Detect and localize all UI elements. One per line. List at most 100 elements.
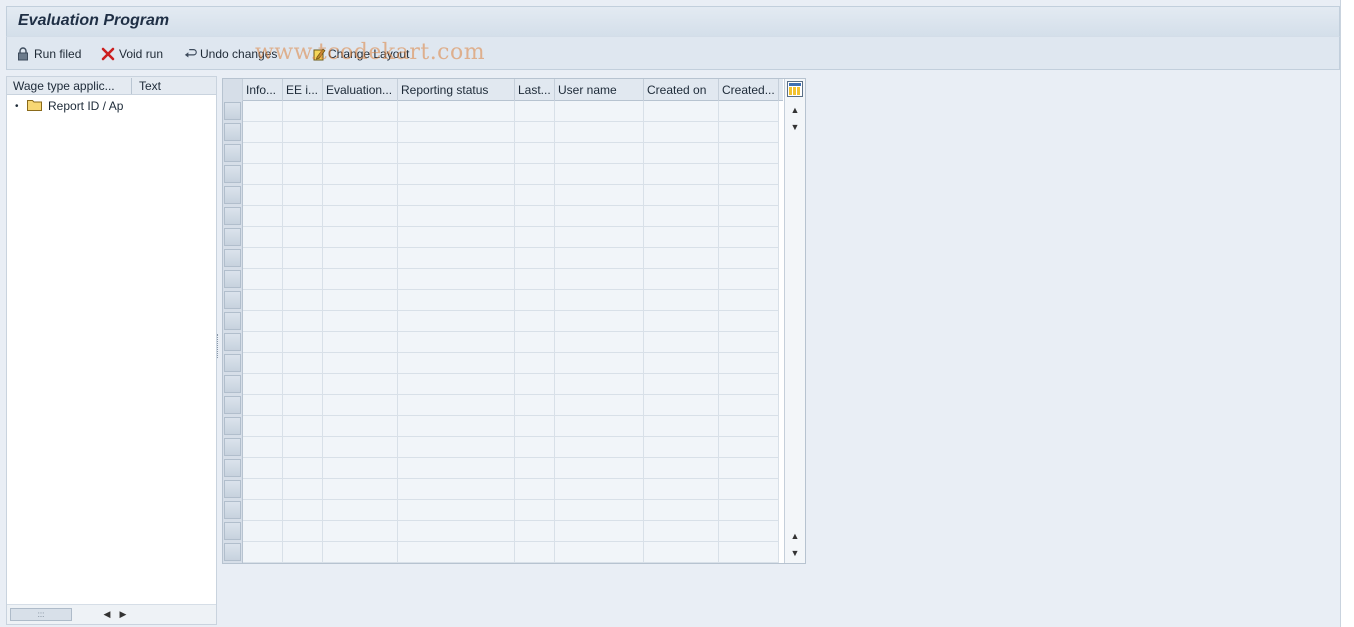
row-selector[interactable] xyxy=(224,459,241,477)
grid-column-separator xyxy=(514,101,515,563)
evaluation-grid: Info... EE i... Evaluation... Reporting … xyxy=(222,78,806,564)
row-selector[interactable] xyxy=(224,186,241,204)
table-row[interactable] xyxy=(243,457,779,458)
application-toolbar: Run filed Void run Undo changes Change L… xyxy=(6,36,1340,70)
cross-icon xyxy=(101,47,115,61)
void-run-button[interactable]: Void run xyxy=(101,45,163,63)
void-run-label: Void run xyxy=(119,47,164,61)
row-selector[interactable] xyxy=(224,480,241,498)
row-selector[interactable] xyxy=(224,291,241,309)
grid-column-separator xyxy=(643,101,644,563)
row-selector[interactable] xyxy=(224,228,241,246)
table-row[interactable] xyxy=(243,478,779,479)
table-row[interactable] xyxy=(243,415,779,416)
wage-type-tree-pane: Wage type applic... Text • Report ID / A… xyxy=(6,76,217,625)
row-selector[interactable] xyxy=(224,438,241,456)
sap-window: Evaluation Program Run filed Void run Un… xyxy=(0,0,1341,627)
row-selector[interactable] xyxy=(224,354,241,372)
page-title: Evaluation Program xyxy=(18,12,170,29)
undo-changes-button[interactable]: Undo changes xyxy=(184,45,277,63)
run-filed-button[interactable]: Run filed xyxy=(16,45,81,63)
tree-column-wage-type[interactable]: Wage type applic... xyxy=(7,78,132,94)
table-row[interactable] xyxy=(243,520,779,521)
table-row[interactable] xyxy=(243,289,779,290)
grid-column-separator xyxy=(778,101,779,563)
col-user-name[interactable]: User name xyxy=(555,79,644,101)
grid-column-separator xyxy=(397,101,398,563)
table-row[interactable] xyxy=(243,247,779,248)
row-selector[interactable] xyxy=(224,522,241,540)
pane-splitter[interactable] xyxy=(217,334,220,358)
col-created-by[interactable]: Created... xyxy=(719,79,779,101)
run-filed-label: Run filed xyxy=(34,47,82,61)
folder-icon xyxy=(27,99,42,114)
grid-vertical-scrollbar[interactable]: ▲ ▼ ▲ ▼ xyxy=(784,79,805,563)
scroll-right-arrow-icon[interactable]: ▶ xyxy=(117,607,129,621)
table-row[interactable] xyxy=(243,226,779,227)
table-row[interactable] xyxy=(243,541,779,542)
row-selector[interactable] xyxy=(224,165,241,183)
col-info[interactable]: Info... xyxy=(243,79,283,101)
undo-icon xyxy=(184,47,198,61)
title-bar: Evaluation Program xyxy=(6,6,1340,36)
row-selector[interactable] xyxy=(224,144,241,162)
grid-column-separator xyxy=(282,101,283,563)
lock-icon xyxy=(16,47,30,61)
row-selector[interactable] xyxy=(224,417,241,435)
table-row[interactable] xyxy=(243,499,779,500)
row-selector[interactable] xyxy=(224,396,241,414)
row-selector[interactable] xyxy=(224,123,241,141)
scroll-up-arrow-icon[interactable]: ▲ xyxy=(789,104,801,116)
row-selector-column xyxy=(223,101,243,563)
grid-header: Info... EE i... Evaluation... Reporting … xyxy=(223,79,783,101)
tree-header: Wage type applic... Text xyxy=(7,77,216,95)
tree-column-text[interactable]: Text xyxy=(133,78,215,94)
table-row[interactable] xyxy=(243,331,779,332)
table-row[interactable] xyxy=(243,184,779,185)
col-last[interactable]: Last... xyxy=(515,79,555,101)
col-created-on[interactable]: Created on xyxy=(644,79,719,101)
change-layout-button[interactable]: Change Layout xyxy=(312,45,409,63)
grid-column-separator xyxy=(718,101,719,563)
row-selector[interactable] xyxy=(224,543,241,561)
row-selector[interactable] xyxy=(224,249,241,267)
scroll-thumb[interactable]: ::: xyxy=(10,608,72,621)
col-evaluation[interactable]: Evaluation... xyxy=(323,79,398,101)
tree-bullet: • xyxy=(15,100,19,112)
row-selector[interactable] xyxy=(224,333,241,351)
scroll-down-arrow-icon[interactable]: ▼ xyxy=(789,121,801,133)
row-selector[interactable] xyxy=(224,102,241,120)
undo-changes-label: Undo changes xyxy=(200,47,278,61)
table-row[interactable] xyxy=(243,163,779,164)
change-layout-label: Change Layout xyxy=(328,47,410,61)
row-selector[interactable] xyxy=(224,270,241,288)
select-all-cell[interactable] xyxy=(223,79,243,101)
tree-node-report-id[interactable]: • Report ID / Ap xyxy=(15,98,135,114)
tree-horizontal-scrollbar[interactable]: ::: ◀ ▶ xyxy=(7,604,216,624)
grid-cells-background xyxy=(243,101,779,563)
table-row[interactable] xyxy=(243,562,779,563)
grid-body xyxy=(243,101,779,563)
scroll-up-arrow-icon[interactable]: ▲ xyxy=(789,530,801,542)
table-row[interactable] xyxy=(243,121,779,122)
table-row[interactable] xyxy=(243,142,779,143)
table-row[interactable] xyxy=(243,310,779,311)
row-selector[interactable] xyxy=(224,312,241,330)
table-row[interactable] xyxy=(243,436,779,437)
table-row[interactable] xyxy=(243,205,779,206)
table-row[interactable] xyxy=(243,268,779,269)
table-row[interactable] xyxy=(243,373,779,374)
row-selector[interactable] xyxy=(224,375,241,393)
row-selector[interactable] xyxy=(224,501,241,519)
column-layout-icon[interactable] xyxy=(787,81,803,97)
scroll-left-arrow-icon[interactable]: ◀ xyxy=(101,607,113,621)
table-row[interactable] xyxy=(243,394,779,395)
tree-node-label: Report ID / Ap xyxy=(48,99,124,113)
col-ee[interactable]: EE i... xyxy=(283,79,323,101)
scroll-down-arrow-icon[interactable]: ▼ xyxy=(789,547,801,559)
grid-column-separator xyxy=(554,101,555,563)
col-reporting-status[interactable]: Reporting status xyxy=(398,79,515,101)
row-selector[interactable] xyxy=(224,207,241,225)
table-row[interactable] xyxy=(243,352,779,353)
edit-layout-icon xyxy=(312,47,326,61)
